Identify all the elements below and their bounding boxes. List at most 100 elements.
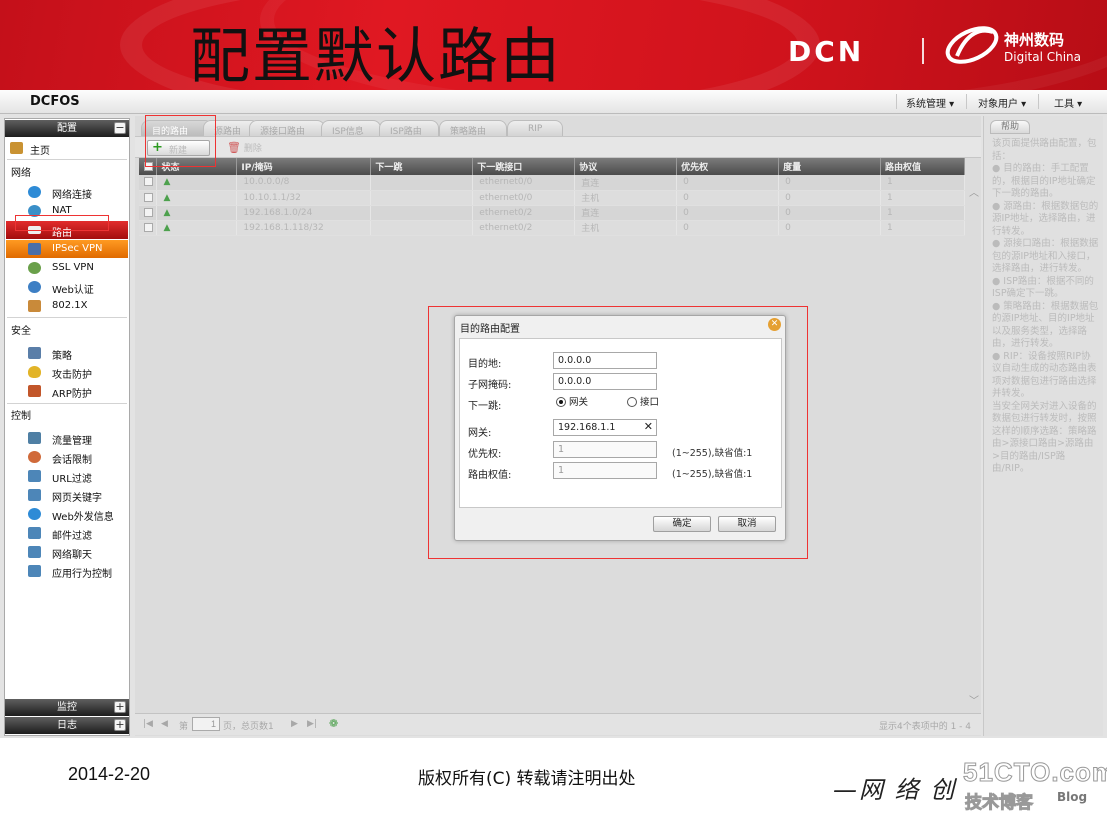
tab-policy-route[interactable]: 策略路由 xyxy=(439,120,507,137)
dest-input[interactable] xyxy=(553,352,657,369)
scroll-up-icon[interactable]: ︿ xyxy=(969,184,979,199)
sidebar-item-policy[interactable]: 策略 xyxy=(6,344,128,362)
clear-icon[interactable]: ✕ xyxy=(644,420,653,433)
cancel-button[interactable]: 取消 xyxy=(718,516,776,532)
sidebar-item-session-limit[interactable]: 会话限制 xyxy=(6,448,128,466)
row-checkbox[interactable] xyxy=(144,192,153,202)
watermark: 51CTO.com 技术博客 Blog xyxy=(962,757,1107,814)
table-row[interactable]: ▲ 192.168.1.118/32 ethernet0/2 主机 0 0 1 xyxy=(139,220,965,236)
page-number-input[interactable] xyxy=(192,717,220,731)
gateway-input[interactable] xyxy=(553,419,657,436)
refresh-icon[interactable]: ❁ xyxy=(329,717,338,730)
sidebar-item-traffic-management[interactable]: 流量管理 xyxy=(6,429,128,447)
digital-china-emblem-icon xyxy=(945,26,999,64)
expand-icon[interactable]: + xyxy=(114,701,126,713)
sidebar-item-url-filter[interactable]: URL过滤 xyxy=(6,467,128,485)
col-protocol[interactable]: 协议 xyxy=(574,158,678,175)
url-filter-icon xyxy=(28,470,41,482)
sidebar-item-ipsec-vpn[interactable]: IPSec VPN xyxy=(6,240,128,258)
sidebar-item-web-outgoing[interactable]: Web外发信息 xyxy=(6,505,128,523)
slide-date: 2014-2-20 xyxy=(68,764,151,784)
row-checkbox[interactable] xyxy=(144,222,153,232)
cell-ip-mask: 10.10.1.1/32 xyxy=(236,190,372,206)
tab-isp-info[interactable]: ISP信息 xyxy=(321,120,381,137)
pager-summary: 显示4个表项中的 1 - 4 xyxy=(879,722,972,732)
cell-ip-mask: 10.0.0.0/8 xyxy=(236,175,372,191)
weight-input[interactable] xyxy=(553,462,657,479)
last-page-icon[interactable]: ▶| xyxy=(307,719,317,729)
sidebar-item-ssl-vpn[interactable]: SSL VPN xyxy=(6,259,128,277)
row-checkbox[interactable] xyxy=(144,207,153,217)
section-label-network: 网络 xyxy=(11,168,31,179)
weight-hint: (1~255),缺省值:1 xyxy=(672,469,753,480)
slide-banner: 配置默认路由 DCN 神州数码 Digital China xyxy=(0,0,1107,90)
mask-label: 子网掩码: xyxy=(468,380,512,391)
collapse-icon[interactable]: − xyxy=(114,122,126,134)
cell-priority: 0 xyxy=(676,175,780,191)
col-priority[interactable]: 优先权 xyxy=(676,158,780,175)
sidebar-item-net-chat[interactable]: 网络聊天 xyxy=(6,543,128,561)
table-row[interactable]: ▲ 10.10.1.1/32 ethernet0/0 主机 0 0 1 xyxy=(139,190,965,206)
help-paragraph: 当安全网关对进入设备的数据包进行转发时，按照这样的顺序选路：策略路由>源接口路由… xyxy=(992,400,1097,475)
divider xyxy=(7,403,127,404)
priority-input[interactable] xyxy=(553,441,657,458)
table-row[interactable]: ▲ 192.168.1.0/24 ethernet0/2 直连 0 0 1 xyxy=(139,205,965,221)
ok-button[interactable]: 确定 xyxy=(653,516,711,532)
radio-interface[interactable]: 接口 xyxy=(627,394,659,408)
sidebar-item-mail-filter[interactable]: 邮件过滤 xyxy=(6,524,128,542)
help-panel: 帮助 该页面提供路由配置，包括： ● 目的路由：手工配置的，根据目的IP地址确定… xyxy=(983,116,1103,736)
sidebar: 配置 − 主页 网络 网络连接 NAT 路由 IPSec VPN SSL VPN… xyxy=(4,118,130,736)
col-next-hop[interactable]: 下一跳 xyxy=(370,158,474,175)
tab-rip[interactable]: RIP xyxy=(507,120,563,136)
watermark-main: 51CTO.com xyxy=(962,757,1107,788)
menu-system-management[interactable]: 系统管理 ▾ xyxy=(906,95,954,110)
col-route-weight[interactable]: 路由权值 xyxy=(880,158,965,175)
table-row[interactable]: ▲ 10.0.0.0/8 ethernet0/0 直连 0 0 1 xyxy=(139,175,965,191)
radio-gateway[interactable]: 网关 xyxy=(556,394,588,408)
vertical-scrollbar[interactable]: ︿ ﹀ xyxy=(967,184,981,707)
sidebar-item-home[interactable]: 主页 xyxy=(6,139,128,157)
mask-input[interactable] xyxy=(553,373,657,390)
cell-ip-mask: 192.168.1.118/32 xyxy=(236,220,372,236)
sidebar-item-8021x[interactable]: 802.1X xyxy=(6,297,128,315)
cell-protocol: 直连 xyxy=(574,205,678,221)
sidebar-item-web-keyword[interactable]: 网页关键字 xyxy=(6,486,128,504)
sidebar-item-app-control[interactable]: 应用行为控制 xyxy=(6,562,128,580)
col-metric[interactable]: 度量 xyxy=(778,158,882,175)
row-checkbox[interactable] xyxy=(144,177,153,187)
tab-isp-route[interactable]: ISP路由 xyxy=(379,120,439,137)
col-ip-mask[interactable]: IP/掩码 xyxy=(236,158,372,175)
keyword-icon xyxy=(28,489,41,501)
sidebar-item-network-connection[interactable]: 网络连接 xyxy=(6,183,128,201)
sidebar-item-attack-defense[interactable]: 攻击防护 xyxy=(6,363,128,381)
sidebar-item-web-auth[interactable]: Web认证 xyxy=(6,278,128,296)
tab-help[interactable]: 帮助 xyxy=(990,120,1030,134)
scroll-down-icon[interactable]: ﹀ xyxy=(969,692,979,707)
cell-protocol: 直连 xyxy=(574,175,678,191)
first-page-icon[interactable]: |◀ xyxy=(143,719,153,729)
panel-header-log[interactable]: 日志 + xyxy=(5,717,129,734)
globe-icon xyxy=(28,186,41,198)
close-icon[interactable]: ✕ xyxy=(768,318,781,331)
col-next-hop-interface[interactable]: 下一跳接口 xyxy=(472,158,576,175)
top-bar: DCFOS 系统管理 ▾ 对象用户 ▾ 工具 ▾ xyxy=(0,90,1107,114)
panel-header-monitor[interactable]: 监控 + xyxy=(5,699,129,716)
next-page-icon[interactable]: ▶ xyxy=(291,719,298,729)
pagination-bar: |◀ ◀ 第 页，总页数1 ▶ ▶| ❁ 显示4个表项中的 1 - 4 xyxy=(135,713,981,735)
cell-protocol: 主机 xyxy=(574,220,678,236)
annotation-box-route xyxy=(15,215,109,231)
expand-icon[interactable]: + xyxy=(114,719,126,731)
route-status-icon: ▲ xyxy=(163,192,171,203)
menu-tools[interactable]: 工具 ▾ xyxy=(1054,95,1082,110)
tab-source-interface-route[interactable]: 源接口路由 xyxy=(249,120,325,137)
help-paragraph: ● 源接口路由：根据数据包的源IP地址和入接口，选择路由，进行转发。 xyxy=(992,238,1099,274)
panel-header-config[interactable]: 配置 − xyxy=(5,120,129,137)
sidebar-item-arp-defense[interactable]: ARP防护 xyxy=(6,382,128,400)
menu-object-user[interactable]: 对象用户 ▾ xyxy=(978,95,1026,110)
mail-icon xyxy=(28,527,41,539)
slide: 配置默认路由 DCN 神州数码 Digital China DCFOS 系统管理… xyxy=(0,0,1107,830)
dialog-title: 目的路由配置 xyxy=(460,324,520,335)
prev-page-icon[interactable]: ◀ xyxy=(161,719,168,729)
trash-icon: 🗑 xyxy=(227,141,241,154)
delete-button[interactable]: 🗑 删除 xyxy=(227,141,262,154)
